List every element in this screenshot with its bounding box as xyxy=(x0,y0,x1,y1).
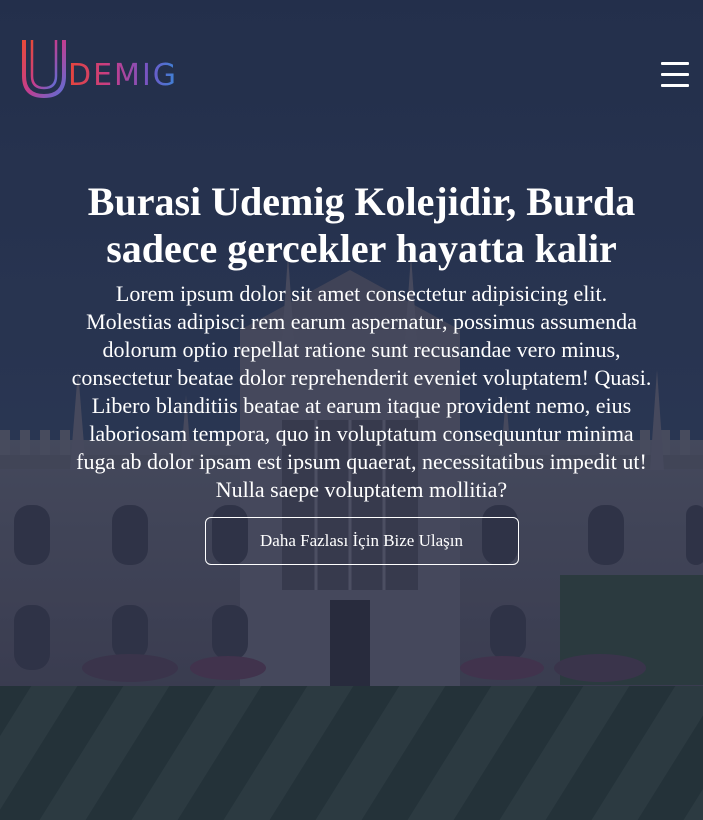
hero-description: Lorem ipsum dolor sit amet consectetur a… xyxy=(71,281,652,502)
hamburger-menu-icon[interactable] xyxy=(661,62,689,88)
udemig-logo[interactable]: DEMIG xyxy=(18,36,183,100)
contact-cta-button[interactable]: Daha Fazlası İçin Bize Ulaşın xyxy=(204,517,519,565)
hero-title: Burasi Udemig Kolejidir, Burda sadece ge… xyxy=(87,179,636,271)
logo-wordmark: DEMIG xyxy=(68,58,179,93)
site-header: DEMIG xyxy=(0,0,703,140)
hero-section: Burasi Udemig Kolejidir, Burda sadece ge… xyxy=(40,178,683,565)
